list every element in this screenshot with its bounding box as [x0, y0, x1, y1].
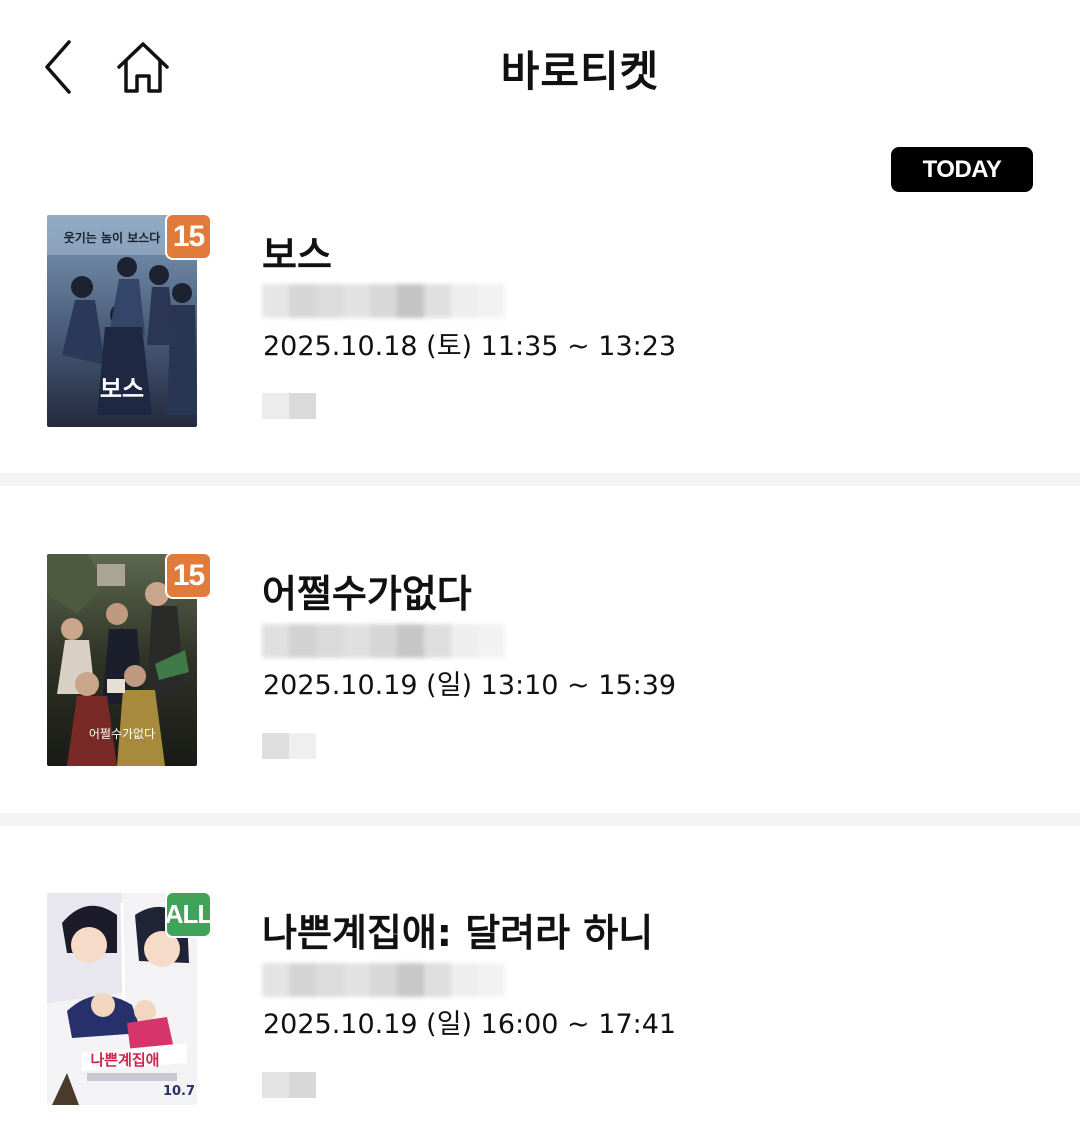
poster-title: 나쁜계집애 [90, 1051, 159, 1069]
ticket-item[interactable]: 나쁜계집애 10.7 ALL 나쁜계집애: 달려라 하니 2025.10.19 … [0, 880, 1080, 1140]
page-title: 바로티켓 [500, 47, 660, 96]
poster-title: 어쩔수가없다 [89, 727, 155, 741]
ticket-item[interactable]: 웃기는 놈이 보스다 보스 15 보스 2025.10.18 (토) 11:35… [0, 200, 1080, 460]
poster-title: 보스 [100, 375, 144, 403]
movie-title: 보스 [262, 233, 332, 277]
redacted-theater-info [262, 624, 505, 658]
age-rating-badge: ALL [165, 893, 213, 936]
header: 바로티켓 [0, 0, 1080, 140]
age-rating-badge: 15 [167, 215, 210, 258]
movie-title: 어쩔수가없다 [262, 572, 472, 616]
showtime: 2025.10.19 (일) 13:10 ~ 15:39 [263, 670, 677, 701]
poster-release-date: 10.7 [163, 1084, 195, 1099]
showtime: 2025.10.19 (일) 16:00 ~ 17:41 [263, 1009, 677, 1040]
age-rating-badge: 15 [167, 554, 210, 597]
section-divider [0, 473, 1080, 486]
redacted-seat-info [262, 733, 316, 759]
poster-tagline: 웃기는 놈이 보스다 [64, 230, 161, 245]
showtime: 2025.10.18 (토) 11:35 ~ 13:23 [263, 331, 677, 362]
redacted-seat-info [262, 393, 316, 419]
section-divider [0, 813, 1080, 826]
redacted-seat-info [262, 1072, 316, 1098]
movie-title: 나쁜계집애: 달려라 하니 [262, 911, 654, 955]
ticket-item[interactable]: 어쩔수가없다 15 어쩔수가없다 2025.10.19 (일) 13:10 ~ … [0, 540, 1080, 800]
today-badge: TODAY [891, 147, 1033, 192]
redacted-theater-info [262, 284, 505, 318]
redacted-theater-info [262, 963, 505, 997]
